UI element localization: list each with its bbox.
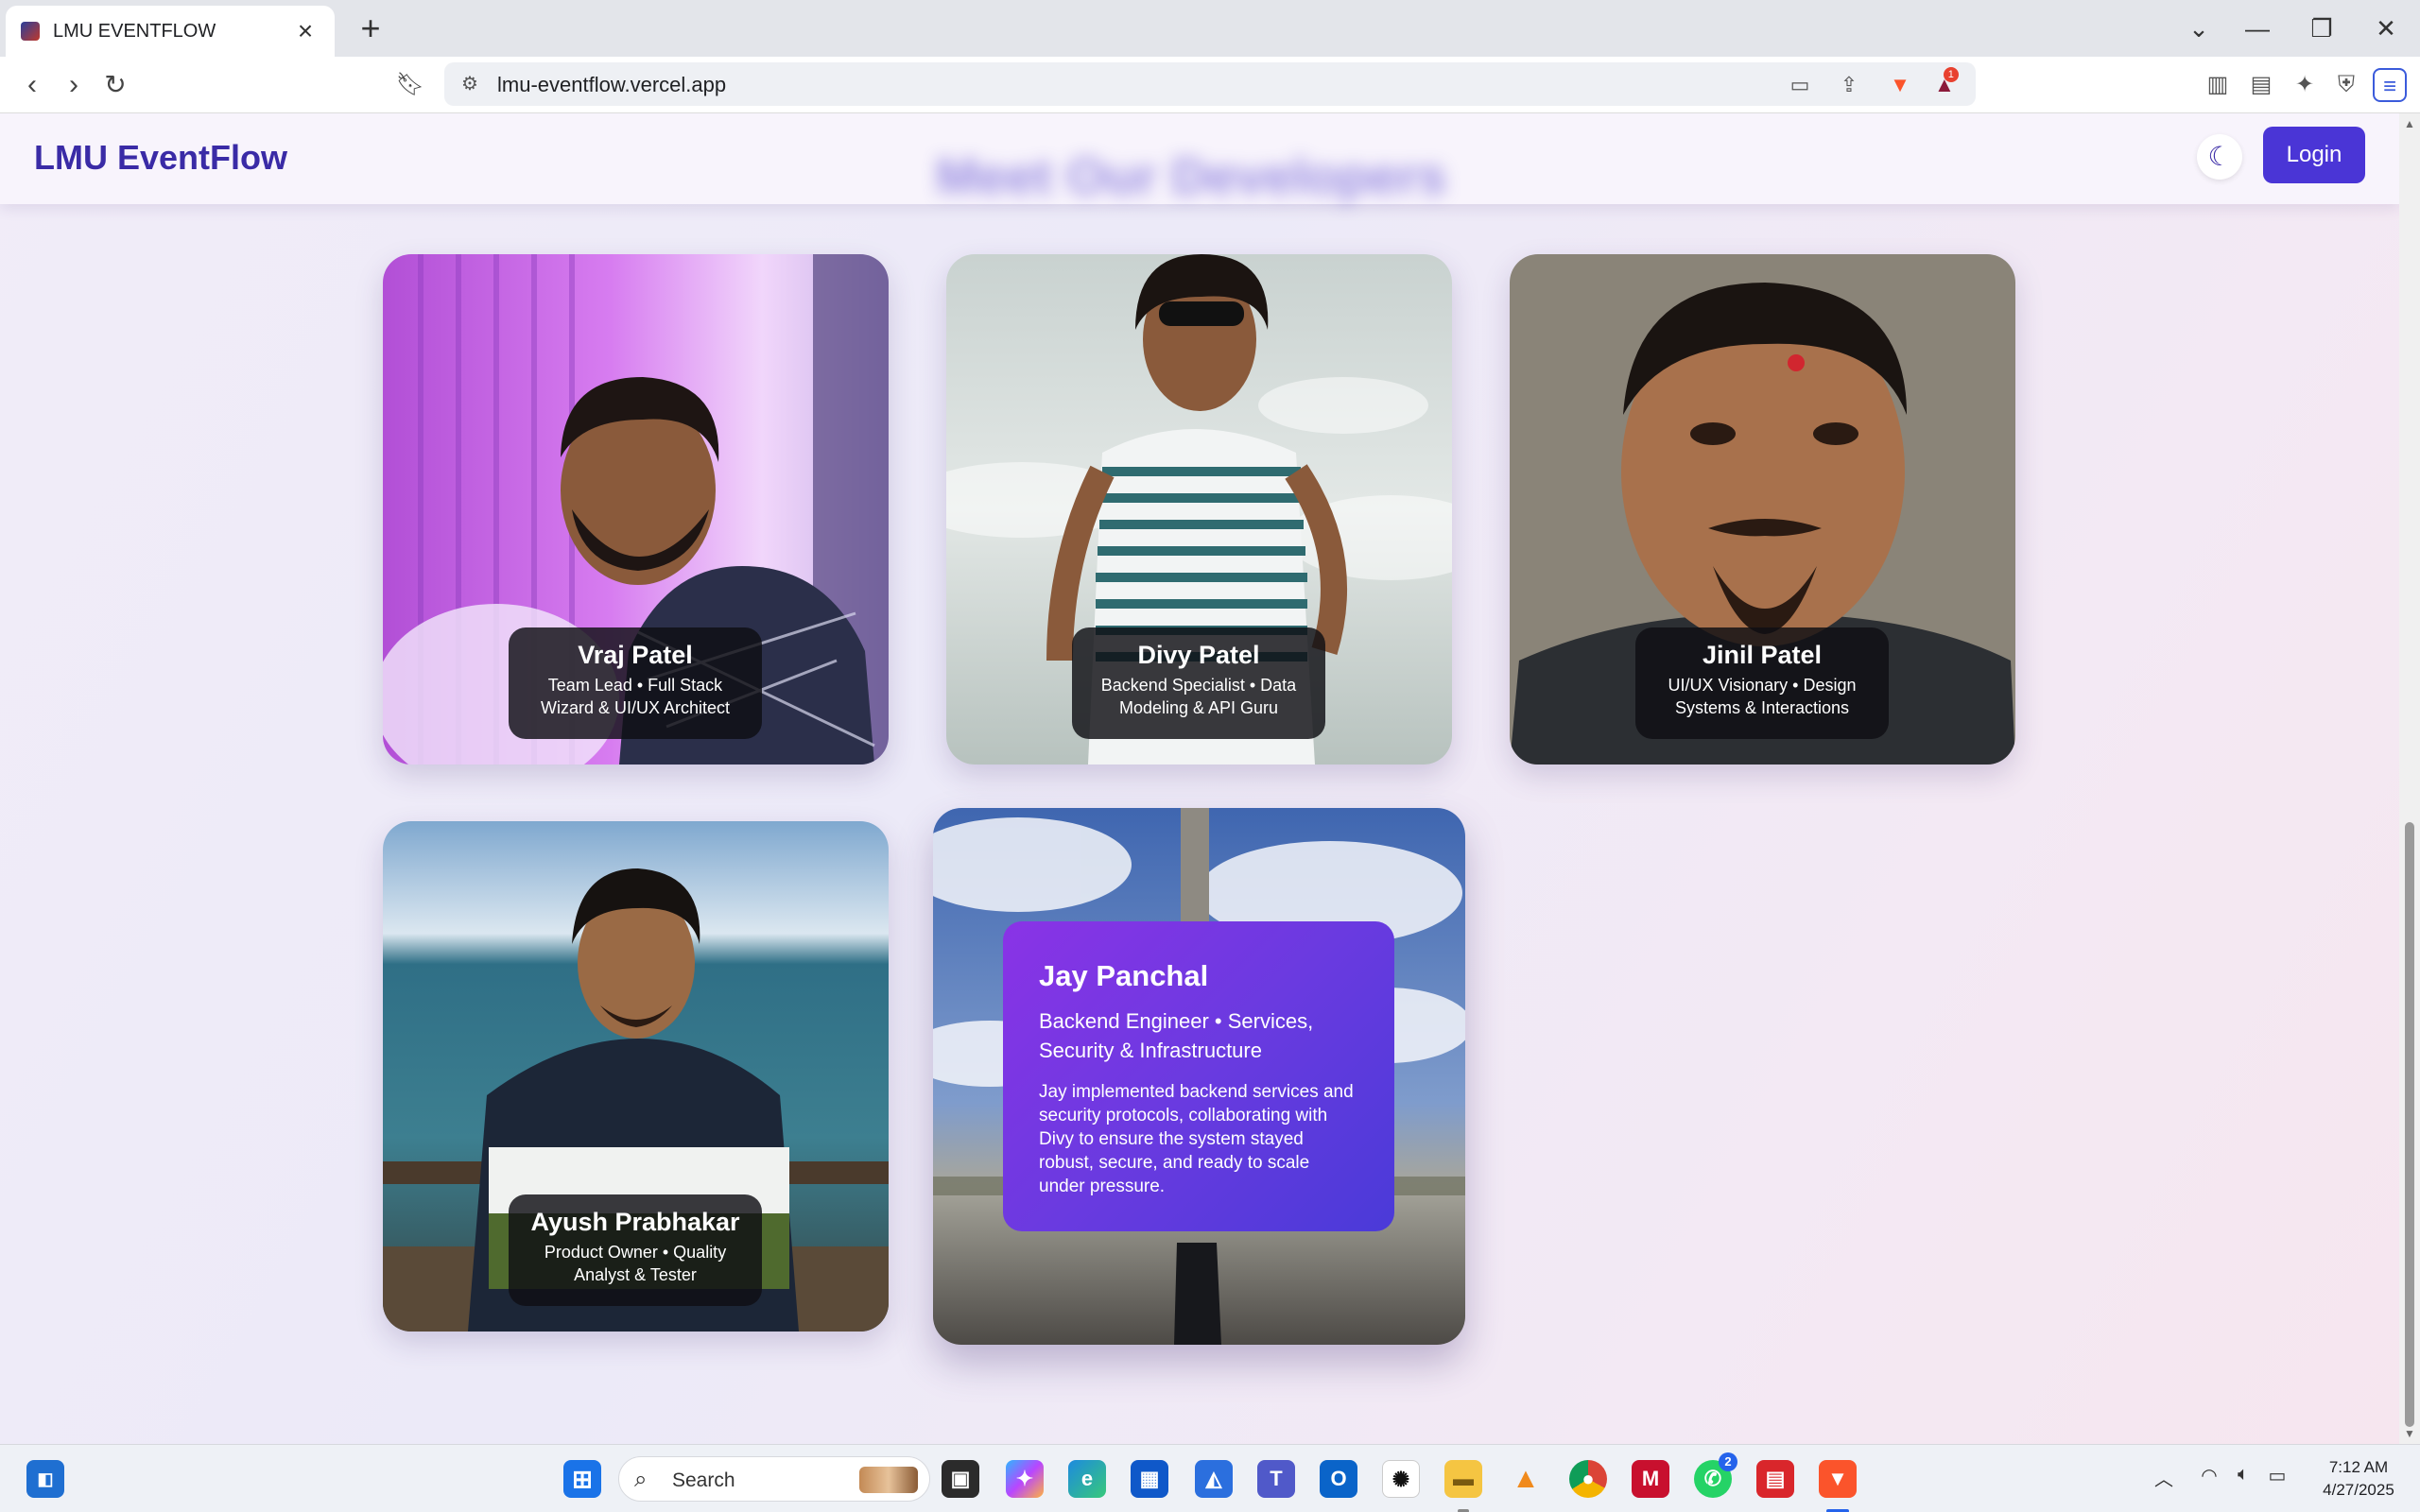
browser-tab-bar: LMU EVENTFLOW × + ⌄ — ❐ ✕ xyxy=(0,0,2420,57)
show-hidden-icons-chevron-icon[interactable]: ︿ xyxy=(2150,1464,2178,1491)
brand-logo-text[interactable]: LMU EventFlow xyxy=(34,138,287,178)
cast-icon[interactable]: ▭ xyxy=(1785,70,1815,100)
member-label: Divy Patel Backend Specialist • Data Mod… xyxy=(1072,627,1325,739)
chrome-icon[interactable]: ● xyxy=(1569,1460,1607,1498)
vlc-icon[interactable]: ▲ xyxy=(1507,1460,1545,1498)
minimize-button[interactable]: — xyxy=(2229,9,2286,47)
team-card-ayush[interactable]: Ayush Prabhakar Product Owner • Quality … xyxy=(383,821,889,1332)
wallet-icon[interactable]: ▤ xyxy=(2244,68,2278,102)
bookmark-icon[interactable]: 🔖︎ xyxy=(391,66,429,104)
page-scrollbar[interactable]: ▲ ▼ xyxy=(2399,113,2420,1444)
clock-date: 4/27/2025 xyxy=(2323,1481,2394,1499)
chatgpt-icon[interactable]: ✺ xyxy=(1382,1460,1420,1498)
page-viewport: LMU EventFlow Meet Our Developers ☾ Logi… xyxy=(0,113,2399,1444)
sidebar-toggle-icon[interactable]: ▥ xyxy=(2201,68,2235,102)
tab-search-chevron-icon[interactable]: ⌄ xyxy=(2170,9,2227,47)
leo-ai-icon[interactable]: ✦ xyxy=(2288,68,2322,102)
windows-start-icon[interactable]: ⊞ xyxy=(563,1460,601,1498)
search-placeholder: Search xyxy=(672,1469,735,1491)
member-name: Vraj Patel xyxy=(578,641,693,669)
site-favicon-icon xyxy=(21,22,40,41)
task-view-icon[interactable]: ▣ xyxy=(942,1460,979,1498)
brave-shields-icon[interactable]: ▼ xyxy=(1885,70,1915,100)
brave-browser-icon[interactable]: ▼ xyxy=(1819,1460,1857,1512)
browser-tab[interactable]: LMU EVENTFLOW × xyxy=(6,6,335,57)
vpn-icon[interactable]: ⛨ xyxy=(2329,68,2363,102)
tab-title: LMU EVENTFLOW xyxy=(53,20,216,42)
main-menu-button[interactable]: ≡ xyxy=(2373,68,2407,102)
edge-icon[interactable]: e xyxy=(1068,1460,1106,1498)
team-card-jinil[interactable]: Jinil Patel UI/UX Visionary • Design Sys… xyxy=(1510,254,2015,765)
widgets-icon[interactable]: ◧ xyxy=(26,1460,64,1498)
file-explorer-icon[interactable]: ▬ xyxy=(1444,1460,1482,1512)
taskbar-search[interactable]: ⌕ Search xyxy=(618,1456,930,1502)
search-highlight-image xyxy=(859,1467,918,1493)
scroll-down-arrow-icon[interactable]: ▼ xyxy=(2403,1427,2416,1440)
copilot-icon[interactable]: ✦ xyxy=(1006,1460,1044,1498)
team-card-divy[interactable]: Divy Patel Backend Specialist • Data Mod… xyxy=(946,254,1452,765)
section-heading-blurred: Meet Our Developers xyxy=(936,148,1447,205)
windows-taskbar: ◧ ⊞ ⌕ Search ▣ ✦ e ▦ ◭ T O ✺ ▬ ▲ ● M ✆ 2… xyxy=(0,1444,2420,1512)
rewards-badge: 1 xyxy=(1943,67,1959,82)
brave-rewards-icon[interactable]: ▲ 1 xyxy=(1934,67,1959,96)
scroll-up-arrow-icon[interactable]: ▲ xyxy=(2403,117,2416,130)
clock-time: 7:12 AM xyxy=(2328,1458,2389,1476)
whatsapp-icon[interactable]: ✆ 2 xyxy=(1694,1452,1737,1498)
wifi-icon[interactable]: ◠ xyxy=(2195,1464,2223,1487)
member-name: Divy Patel xyxy=(1137,641,1260,669)
member-description: Jay implemented backend services and sec… xyxy=(1039,1082,1354,1196)
taskbar-clock[interactable]: 7:12 AM 4/27/2025 xyxy=(2307,1456,2411,1502)
address-bar[interactable]: ⚙ lmu-eventflow.vercel.app ▭ ⇪ ▼ ▲ 1 xyxy=(444,62,1976,106)
member-label: Ayush Prabhakar Product Owner • Quality … xyxy=(509,1194,762,1306)
outlook-icon[interactable]: O xyxy=(1320,1460,1357,1498)
member-role: UI/UX Visionary • Design Systems & Inter… xyxy=(1668,676,1857,717)
member-detail-overlay: Jay Panchal Backend Engineer • Services,… xyxy=(1003,921,1394,1231)
azure-data-studio-icon[interactable]: ◭ xyxy=(1195,1460,1233,1498)
member-name: Jay Panchal xyxy=(1039,959,1209,992)
url-text[interactable]: lmu-eventflow.vercel.app xyxy=(497,73,726,97)
member-role: Backend Specialist • Data Modeling & API… xyxy=(1100,676,1297,717)
forward-button[interactable]: › xyxy=(55,66,93,104)
microsoft-store-icon[interactable]: ▦ xyxy=(1131,1460,1168,1498)
close-tab-icon[interactable]: × xyxy=(291,17,320,45)
scrollbar-thumb[interactable] xyxy=(2405,822,2414,1427)
member-label: Vraj Patel Team Lead • Full Stack Wizard… xyxy=(509,627,762,739)
restore-button[interactable]: ❐ xyxy=(2293,9,2350,47)
dark-mode-toggle-moon-icon[interactable]: ☾ xyxy=(2197,134,2242,180)
reload-button[interactable]: ↻ xyxy=(96,66,134,104)
share-icon[interactable]: ⇪ xyxy=(1834,70,1864,100)
member-name: Jinil Patel xyxy=(1702,641,1823,669)
new-tab-button[interactable]: + xyxy=(352,9,389,47)
login-button[interactable]: Login xyxy=(2263,127,2365,183)
member-name: Ayush Prabhakar xyxy=(530,1208,740,1236)
search-icon: ⌕ xyxy=(634,1467,648,1492)
browser-toolbar: ‹ › ↻ 🔖︎ ⚙ lmu-eventflow.vercel.app ▭ ⇪ … xyxy=(0,57,2420,113)
close-window-button[interactable]: ✕ xyxy=(2358,9,2414,47)
team-card-jay[interactable]: Jay Panchal Backend Engineer • Services,… xyxy=(933,808,1465,1345)
mcafee-icon[interactable]: M xyxy=(1632,1460,1669,1498)
app-header: LMU EventFlow Meet Our Developers ☾ Logi… xyxy=(0,113,2399,205)
member-role: Product Owner • Quality Analyst & Tester xyxy=(544,1243,727,1284)
battery-icon[interactable]: ▭ xyxy=(2263,1464,2291,1487)
teams-icon[interactable]: T xyxy=(1257,1460,1295,1498)
whatsapp-badge: 2 xyxy=(1719,1452,1737,1471)
member-label: Jinil Patel UI/UX Visionary • Design Sys… xyxy=(1635,627,1889,739)
site-info-icon[interactable]: ⚙ xyxy=(456,70,484,98)
member-role: Backend Engineer • Services, Security & … xyxy=(1039,1009,1314,1062)
volume-icon[interactable]: 🔈︎ xyxy=(2229,1464,2257,1486)
remote-desktop-icon[interactable]: ▤ xyxy=(1756,1460,1794,1498)
back-button[interactable]: ‹ xyxy=(13,66,51,104)
team-card-vraj[interactable]: Vraj Patel Team Lead • Full Stack Wizard… xyxy=(383,254,889,765)
member-role: Team Lead • Full Stack Wizard & UI/UX Ar… xyxy=(540,676,731,717)
